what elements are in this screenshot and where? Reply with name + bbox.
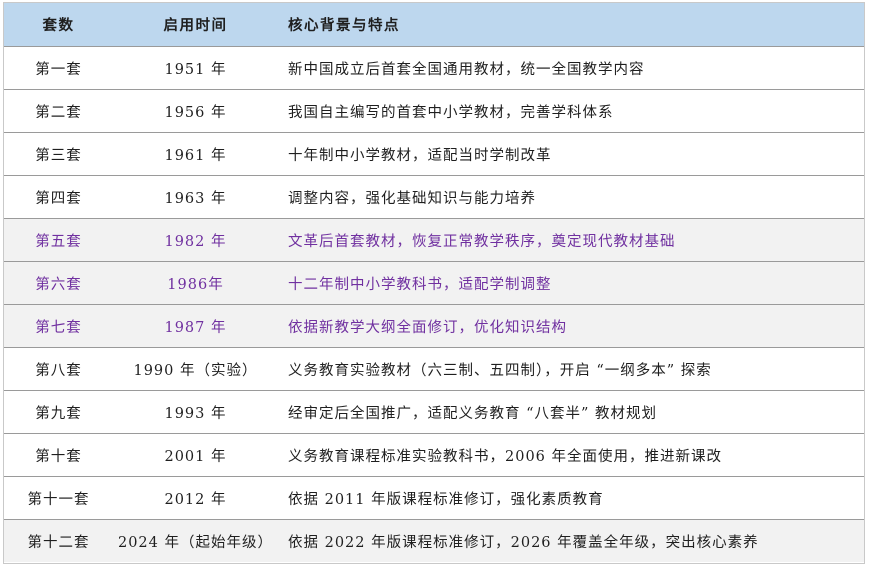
cell-background-features: 依据新教学大纲全面修订，优化知识结构 (278, 304, 864, 348)
textbook-editions-table: 套数 启用时间 核心背景与特点 第一套 1951 年新中国成立后首套全国通用教材，… (4, 3, 864, 562)
table-row: 第一套 1951 年新中国成立后首套全国通用教材，统一全国教学内容 (4, 46, 864, 90)
table-row: 第十套 2001 年义务教育课程标准实验教科书，2006 年全面使用，推进新课改 (4, 433, 864, 477)
cell-background-features: 义务教育实验教材（六三制、五四制），开启 “一纲多本” 探索 (278, 347, 864, 391)
cell-background-features: 文革后首套教材，恢复正常教学秩序，奠定现代教材基础 (278, 218, 864, 262)
table-row: 第九套 1993 年经审定后全国推广，适配义务教育 “八套半” 教材规划 (4, 390, 864, 434)
table-row: 第六套 1986年 十二年制中小学教科书，适配学制调整 (4, 261, 864, 305)
cell-set: 第十套 (4, 433, 113, 477)
cell-start-time: 1993 年 (113, 390, 278, 434)
cell-background-features: 我国自主编写的首套中小学教材，完善学科体系 (278, 89, 864, 133)
header-background-features: 核心背景与特点 (278, 3, 864, 47)
table-row: 第七套 1987 年依据新教学大纲全面修订，优化知识结构 (4, 304, 864, 348)
table-row: 第四套 1963 年调整内容，强化基础知识与能力培养 (4, 175, 864, 219)
table-row: 第十二套 2024 年（起始年级） 依据 2022 年版课程标准修订，2026 年覆… (4, 519, 864, 562)
cell-set: 第九套 (4, 390, 113, 434)
table-body: 第一套 1951 年新中国成立后首套全国通用教材，统一全国教学内容 第二套 1956 … (4, 46, 864, 562)
cell-background-features: 依据 2011 年版课程标准修订，强化素质教育 (278, 476, 864, 520)
cell-background-features: 依据 2022 年版课程标准修订，2026 年覆盖全年级，突出核心素养 (278, 519, 864, 562)
cell-set: 第五套 (4, 218, 113, 262)
cell-start-time: 1956 年 (113, 89, 278, 133)
header-start-time: 启用时间 (113, 3, 278, 47)
header-row: 套数 启用时间 核心背景与特点 (4, 3, 864, 47)
cell-background-features: 义务教育课程标准实验教科书，2006 年全面使用，推进新课改 (278, 433, 864, 477)
cell-start-time: 1961 年 (113, 132, 278, 176)
table-row: 第五套 1982 年文革后首套教材，恢复正常教学秩序，奠定现代教材基础 (4, 218, 864, 262)
cell-set: 第八套 (4, 347, 113, 391)
cell-start-time: 1951 年 (113, 46, 278, 90)
cell-set: 第六套 (4, 261, 113, 305)
cell-start-time: 2012 年 (113, 476, 278, 520)
cell-background-features: 调整内容，强化基础知识与能力培养 (278, 175, 864, 219)
cell-background-features: 十二年制中小学教科书，适配学制调整 (278, 261, 864, 305)
table-row: 第十一套 2012 年依据 2011 年版课程标准修订，强化素质教育 (4, 476, 864, 520)
cell-start-time: 2024 年（起始年级） (113, 519, 278, 562)
table-row: 第二套 1956 年我国自主编写的首套中小学教材，完善学科体系 (4, 89, 864, 133)
cell-set: 第一套 (4, 46, 113, 90)
table-row: 第八套 1990 年（实验） 义务教育实验教材（六三制、五四制），开启 “一纲多本”… (4, 347, 864, 391)
cell-background-features: 新中国成立后首套全国通用教材，统一全国教学内容 (278, 46, 864, 90)
cell-start-time: 1986年 (113, 261, 278, 305)
cell-set: 第四套 (4, 175, 113, 219)
cell-set: 第二套 (4, 89, 113, 133)
cell-background-features: 经审定后全国推广，适配义务教育 “八套半” 教材规划 (278, 390, 864, 434)
cell-start-time: 1990 年（实验） (113, 347, 278, 391)
table-row: 第三套 1961 年十年制中小学教材，适配当时学制改革 (4, 132, 864, 176)
table-header: 套数 启用时间 核心背景与特点 (4, 3, 864, 47)
cell-start-time: 1987 年 (113, 304, 278, 348)
cell-set: 第十二套 (4, 519, 113, 562)
cell-set: 第七套 (4, 304, 113, 348)
cell-set: 第三套 (4, 132, 113, 176)
cell-background-features: 十年制中小学教材，适配当时学制改革 (278, 132, 864, 176)
cell-start-time: 1982 年 (113, 218, 278, 262)
cell-start-time: 2001 年 (113, 433, 278, 477)
cell-start-time: 1963 年 (113, 175, 278, 219)
cell-set: 第十一套 (4, 476, 113, 520)
textbook-editions-table-frame: 套数 启用时间 核心背景与特点 第一套 1951 年新中国成立后首套全国通用教材，… (3, 2, 865, 564)
header-set: 套数 (4, 3, 113, 47)
